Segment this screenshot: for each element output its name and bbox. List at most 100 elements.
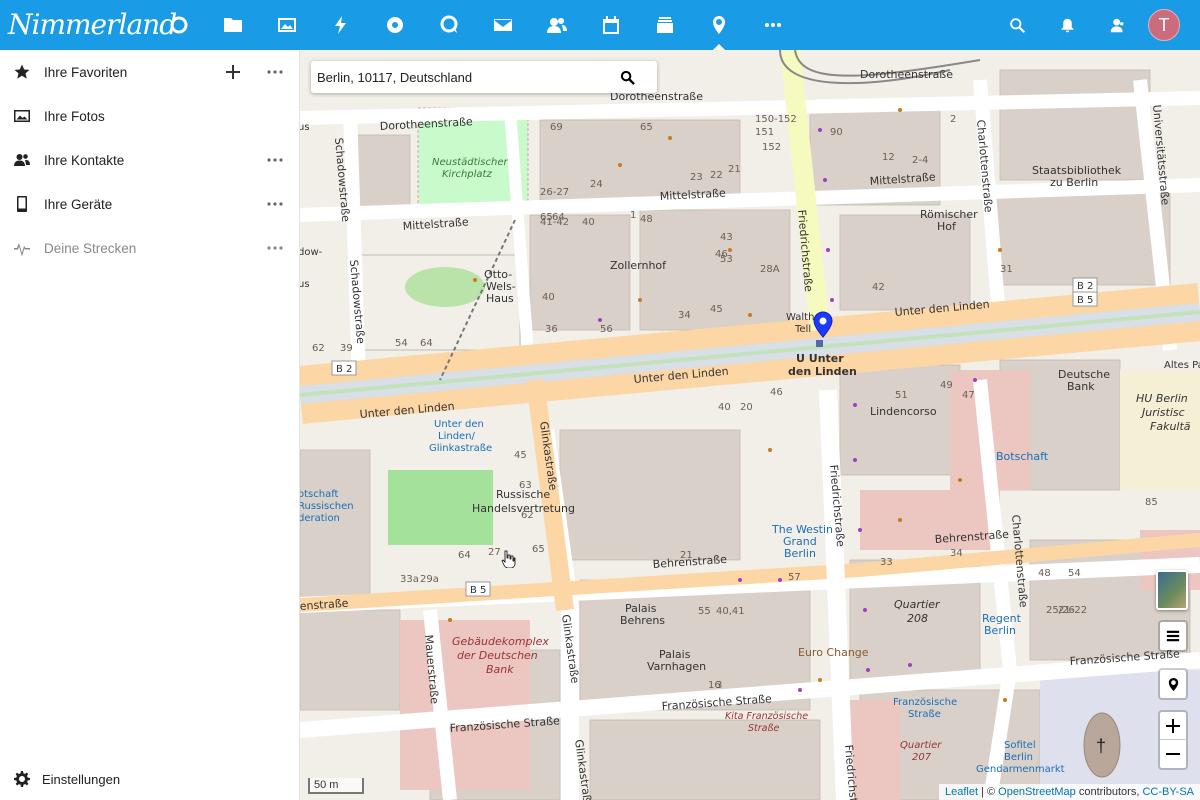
attribution-sep: | © <box>978 786 999 798</box>
house-number: 31 <box>1000 264 1013 275</box>
svg-text:Straße: Straße <box>748 723 779 734</box>
house-number: 49 <box>940 380 953 391</box>
svg-text:Quartier: Quartier <box>900 740 942 751</box>
svg-text:Euro Change: Euro Change <box>798 646 869 659</box>
svg-text:Bank: Bank <box>486 663 514 676</box>
talk-icon[interactable] <box>422 0 476 50</box>
house-number: 33a <box>400 574 419 585</box>
svg-text:Gebäudekomplex: Gebäudekomplex <box>452 635 549 648</box>
layers-menu-button[interactable] <box>1160 622 1186 650</box>
photos-icon[interactable] <box>260 0 314 50</box>
activity-icon[interactable] <box>314 0 368 50</box>
mail-icon[interactable] <box>476 0 530 50</box>
svg-text:Berlin: Berlin <box>984 624 1016 637</box>
favorites-menu-button[interactable] <box>265 62 285 82</box>
svg-text:208: 208 <box>907 612 928 625</box>
sidebar-item-devices[interactable]: Ihre Geräte <box>0 182 299 226</box>
house-number: 152 <box>762 142 781 153</box>
house-number: 90 <box>830 127 843 138</box>
house-number: 150-152 <box>755 114 797 125</box>
svg-text:Botschaft: Botschaft <box>996 450 1049 463</box>
calendar-icon[interactable] <box>584 0 638 50</box>
sidebar-item-tracks[interactable]: Deine Strecken <box>0 226 299 270</box>
star-icon <box>14 64 30 80</box>
sidebar-item-label: Ihre Favoriten <box>44 64 128 80</box>
track-icon <box>14 240 30 256</box>
logo[interactable]: Nimmerland <box>0 0 177 50</box>
svg-text:Glinkastraße: Glinkastraße <box>429 443 492 454</box>
svg-text:†: † <box>1096 736 1106 756</box>
map-pin-icon <box>1168 677 1178 691</box>
license-link[interactable]: CC-BY-SA <box>1142 786 1194 798</box>
svg-text:B 5: B 5 <box>1077 295 1093 306</box>
house-number: 22 <box>710 170 723 181</box>
contacts-menu-button[interactable] <box>265 150 285 170</box>
sidebar-item-label: Ihre Fotos <box>44 108 105 124</box>
svg-text:Unter den: Unter den <box>434 419 484 430</box>
zoom-in-button[interactable] <box>1160 712 1186 740</box>
sidebar-item-contacts[interactable]: Ihre Kontakte <box>0 138 299 182</box>
house-number: 2 <box>950 114 956 125</box>
tracks-menu-button[interactable] <box>265 238 285 258</box>
search-button[interactable] <box>611 62 643 92</box>
svg-text:B 2: B 2 <box>336 364 352 375</box>
maps-icon[interactable] <box>692 0 746 50</box>
map-view[interactable]: Dorotheenstraße Dorotheenstraße Dorothee… <box>300 50 1200 800</box>
svg-text:Haus: Haus <box>486 292 514 305</box>
svg-text:dow-: dow- <box>300 247 323 258</box>
house-number: 48 <box>1038 568 1051 579</box>
sidebar-item-favorites[interactable]: Ihre Favoriten <box>0 50 299 94</box>
contacts-icon <box>14 152 30 168</box>
files-icon[interactable] <box>206 0 260 50</box>
svg-text:Berlin: Berlin <box>1004 752 1033 763</box>
house-number: 64 <box>420 338 433 349</box>
notifications-icon[interactable] <box>1042 0 1092 50</box>
svg-text:Juristisc: Juristisc <box>1140 406 1185 419</box>
house-number: 55 <box>698 606 711 617</box>
svg-text:deration: deration <box>300 513 340 524</box>
map-scale: 50 m <box>308 778 364 794</box>
house-number: 62 <box>521 510 534 521</box>
svg-text:den Linden: den Linden <box>788 365 857 378</box>
satellite-layer-toggle[interactable] <box>1156 570 1188 610</box>
svg-text:Fakultä: Fakultä <box>1150 420 1191 433</box>
leaflet-link[interactable]: Leaflet <box>945 786 978 798</box>
house-number: 51 <box>895 390 908 401</box>
contacts-menu-icon[interactable] <box>1092 0 1142 50</box>
svg-text:Gendarmenmarkt: Gendarmenmarkt <box>976 764 1065 775</box>
sidebar-item-label: Deine Strecken <box>44 240 137 256</box>
house-number: 28A <box>760 264 780 275</box>
add-favorite-button[interactable] <box>223 62 243 82</box>
settings-button[interactable]: Einstellungen <box>0 758 300 800</box>
house-number: 12 <box>882 152 895 163</box>
house-number: 45 <box>514 450 527 461</box>
app-navigation <box>152 0 800 50</box>
house-number: 42 <box>872 282 885 293</box>
house-number: 40 <box>542 292 555 303</box>
house-number: 63 <box>519 480 532 491</box>
osm-link[interactable]: OpenStreetMap <box>998 786 1076 798</box>
gear-icon <box>14 771 30 787</box>
house-number: 48 <box>640 214 653 225</box>
deck-icon[interactable] <box>368 0 422 50</box>
zoom-out-button[interactable] <box>1160 740 1186 768</box>
sidebar-item-photos[interactable]: Ihre Fotos <box>0 94 299 138</box>
contacts-icon[interactable] <box>530 0 584 50</box>
house-number: 29a <box>420 574 439 585</box>
house-number: 36 <box>545 324 558 335</box>
more-apps-icon[interactable] <box>746 0 800 50</box>
locate-button[interactable] <box>1160 670 1186 698</box>
devices-menu-button[interactable] <box>265 194 285 214</box>
user-avatar[interactable]: T <box>1148 9 1180 41</box>
svg-text:Sofitel: Sofitel <box>1004 740 1036 751</box>
svg-text:Russischen: Russischen <box>300 501 354 512</box>
house-number: 64 <box>458 550 471 561</box>
dashboard-icon[interactable] <box>152 0 206 50</box>
house-number: 65 <box>640 122 653 133</box>
stack-icon[interactable] <box>638 0 692 50</box>
svg-text:Tell: Tell <box>794 324 811 335</box>
phone-icon <box>14 196 30 212</box>
house-number: 21 <box>680 550 693 561</box>
map-search-input[interactable] <box>311 62 611 92</box>
search-icon[interactable] <box>992 0 1042 50</box>
